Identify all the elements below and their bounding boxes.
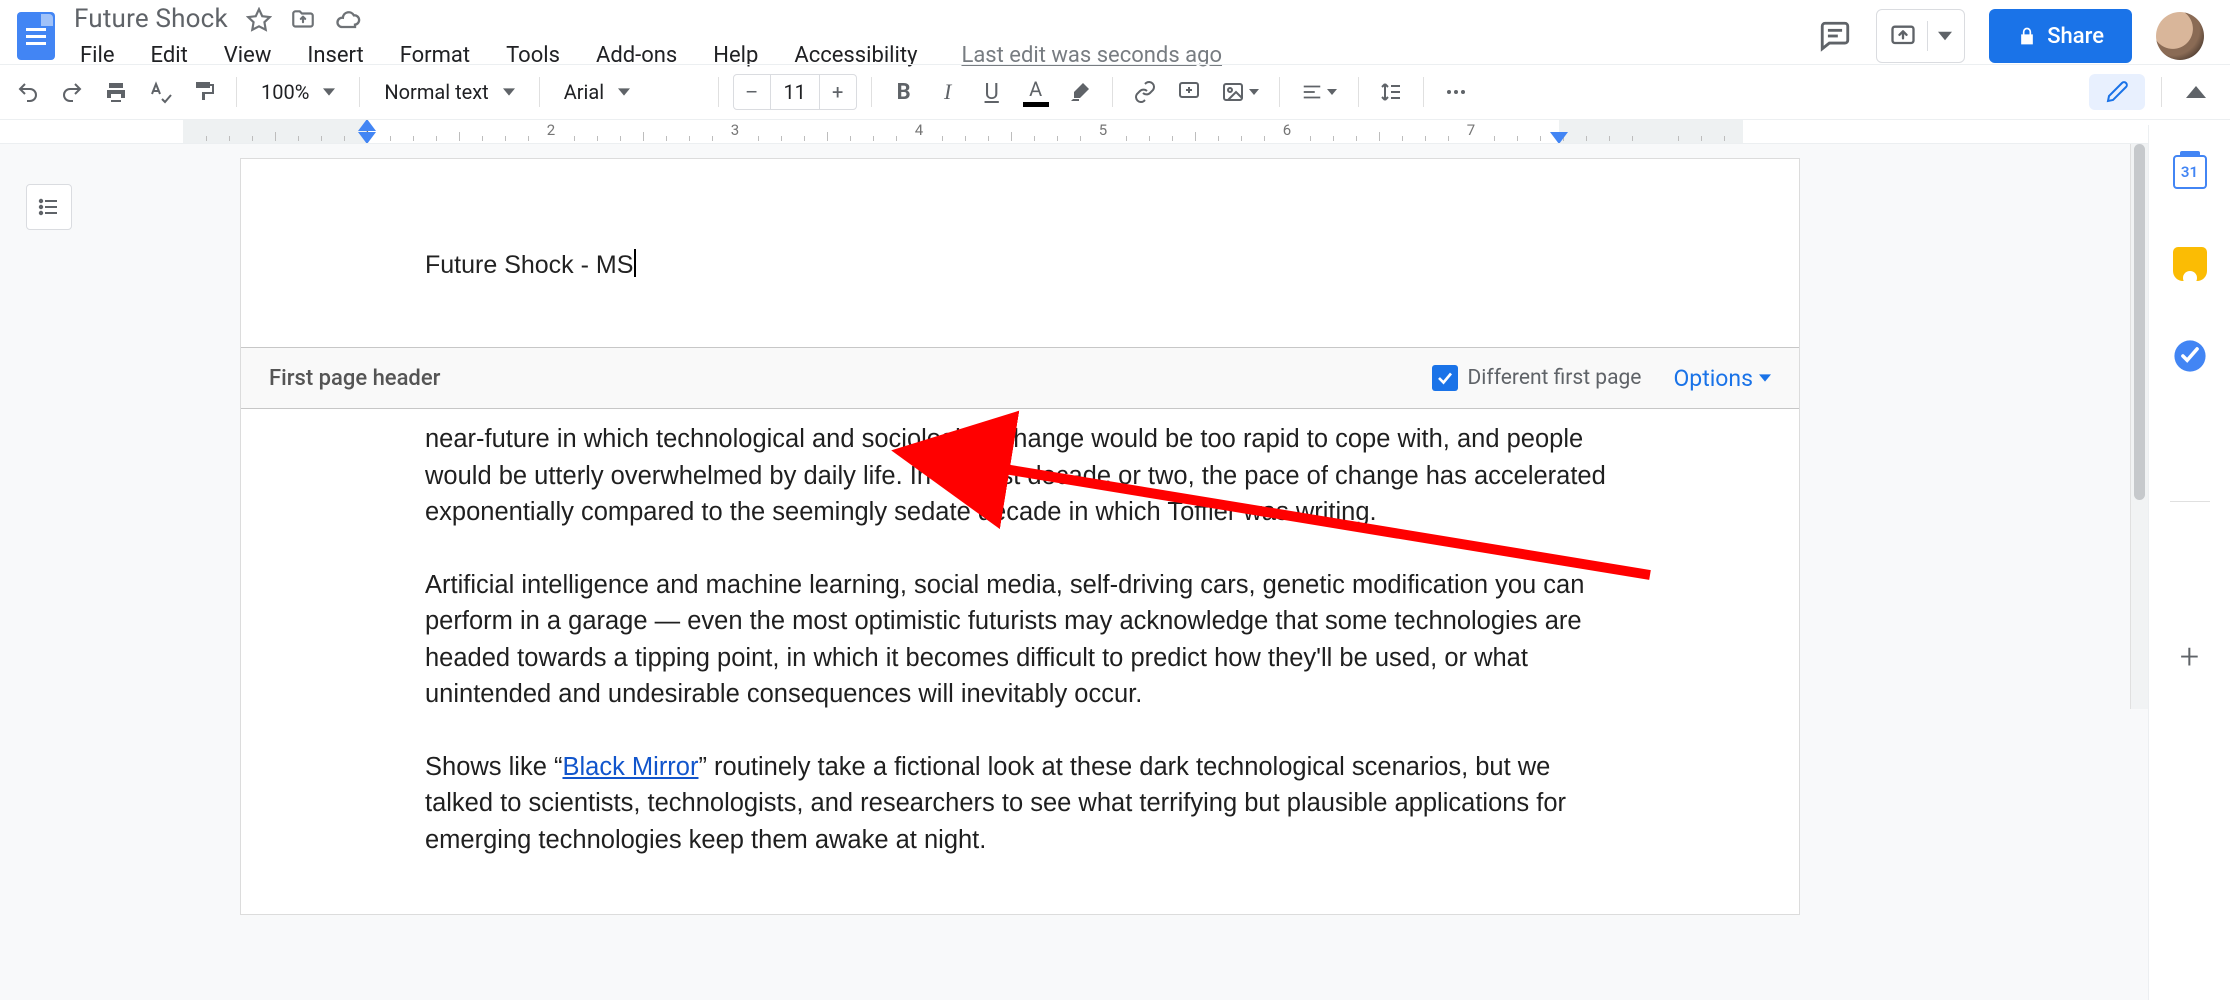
ruler[interactable]: 1234567 — [0, 120, 2230, 144]
zoom-select[interactable]: 100% — [251, 80, 345, 104]
side-panel: 31 + — [2148, 125, 2230, 1000]
add-addon-button[interactable]: + — [2180, 640, 2199, 674]
font-size-decrease[interactable]: – — [734, 80, 770, 104]
docs-logo[interactable] — [8, 8, 64, 64]
indent-first-line-marker[interactable] — [358, 120, 376, 131]
body-paragraph: Shows like “Black Mirror” routinely take… — [425, 749, 1615, 859]
redo-button[interactable] — [54, 74, 90, 110]
line-spacing-button[interactable] — [1373, 74, 1409, 110]
different-first-page-label: Different first page — [1468, 366, 1642, 390]
chevron-down-icon — [618, 86, 630, 98]
cloud-status-icon[interactable] — [334, 6, 362, 34]
insert-image-button[interactable] — [1215, 74, 1265, 110]
lock-icon — [2017, 25, 2037, 47]
header-settings-bar: First page header Different first page O… — [241, 347, 1799, 409]
editing-mode-button[interactable] — [2089, 74, 2145, 110]
outline-toggle[interactable] — [26, 184, 72, 230]
paragraph-style-value: Normal text — [384, 80, 488, 104]
align-button[interactable] — [1294, 74, 1344, 110]
different-first-page-checkbox[interactable] — [1432, 365, 1458, 391]
indent-right-marker[interactable] — [1550, 132, 1568, 143]
keep-icon[interactable] — [2173, 247, 2207, 281]
font-value: Arial — [564, 80, 604, 104]
header-bar-label: First page header — [269, 366, 440, 391]
calendar-icon[interactable]: 31 — [2173, 155, 2207, 189]
scrollbar-thumb[interactable] — [2134, 144, 2145, 500]
text-color-button[interactable]: A — [1018, 74, 1054, 110]
chevron-down-icon — [1249, 87, 1259, 97]
tasks-icon[interactable] — [2173, 339, 2207, 373]
body-paragraph: near-future in which technological and s… — [425, 421, 1615, 531]
underline-button[interactable]: U — [974, 74, 1010, 110]
zoom-value: 100% — [261, 80, 309, 104]
document-title[interactable]: Future Shock — [74, 4, 228, 37]
header-area[interactable]: Future Shock - MS — [241, 159, 1799, 347]
body-link[interactable]: Black Mirror — [562, 753, 698, 781]
chevron-down-icon[interactable] — [1938, 29, 1952, 43]
vertical-scrollbar[interactable] — [2130, 144, 2148, 709]
chevron-down-icon — [1327, 87, 1337, 97]
indent-left-marker[interactable] — [358, 132, 376, 143]
highlight-button[interactable] — [1062, 74, 1098, 110]
title-bar: Future Shock File Edit View Insert Forma… — [0, 0, 2230, 64]
comments-icon[interactable] — [1818, 19, 1852, 53]
share-button[interactable]: Share — [1989, 9, 2132, 63]
star-icon[interactable] — [246, 7, 272, 33]
account-avatar[interactable] — [2156, 12, 2204, 60]
toolbar: 100% Normal text Arial – 11 + B I U A — [0, 64, 2230, 120]
add-comment-button[interactable] — [1171, 74, 1207, 110]
move-icon[interactable] — [290, 7, 316, 33]
body-paragraph: Artificial intelligence and machine lear… — [425, 567, 1615, 713]
header-text: Future Shock - MS — [425, 251, 633, 279]
chevron-down-icon — [503, 86, 515, 98]
text-cursor — [634, 249, 636, 277]
font-size-stepper: – 11 + — [733, 74, 857, 110]
paragraph-style-select[interactable]: Normal text — [374, 80, 524, 104]
header-options-button[interactable]: Options — [1673, 365, 1771, 392]
paint-format-button[interactable] — [186, 74, 222, 110]
print-button[interactable] — [98, 74, 134, 110]
undo-button[interactable] — [10, 74, 46, 110]
chevron-down-icon — [323, 86, 335, 98]
workspace: Future Shock - MS First page header Diff… — [0, 144, 2148, 1000]
italic-button[interactable]: I — [930, 74, 966, 110]
spellcheck-button[interactable] — [142, 74, 178, 110]
collapse-toolbar-button[interactable] — [2178, 74, 2214, 110]
document-body[interactable]: near-future in which technological and s… — [241, 409, 1799, 914]
more-button[interactable] — [1438, 74, 1474, 110]
present-button[interactable] — [1876, 9, 1965, 63]
bold-button[interactable]: B — [886, 74, 922, 110]
share-label: Share — [2047, 24, 2104, 49]
font-size-increase[interactable]: + — [820, 80, 856, 104]
font-select[interactable]: Arial — [554, 80, 704, 104]
chevron-down-icon — [1759, 372, 1771, 384]
insert-link-button[interactable] — [1127, 74, 1163, 110]
font-size-input[interactable]: 11 — [770, 75, 820, 109]
document-page[interactable]: Future Shock - MS First page header Diff… — [240, 158, 1800, 915]
